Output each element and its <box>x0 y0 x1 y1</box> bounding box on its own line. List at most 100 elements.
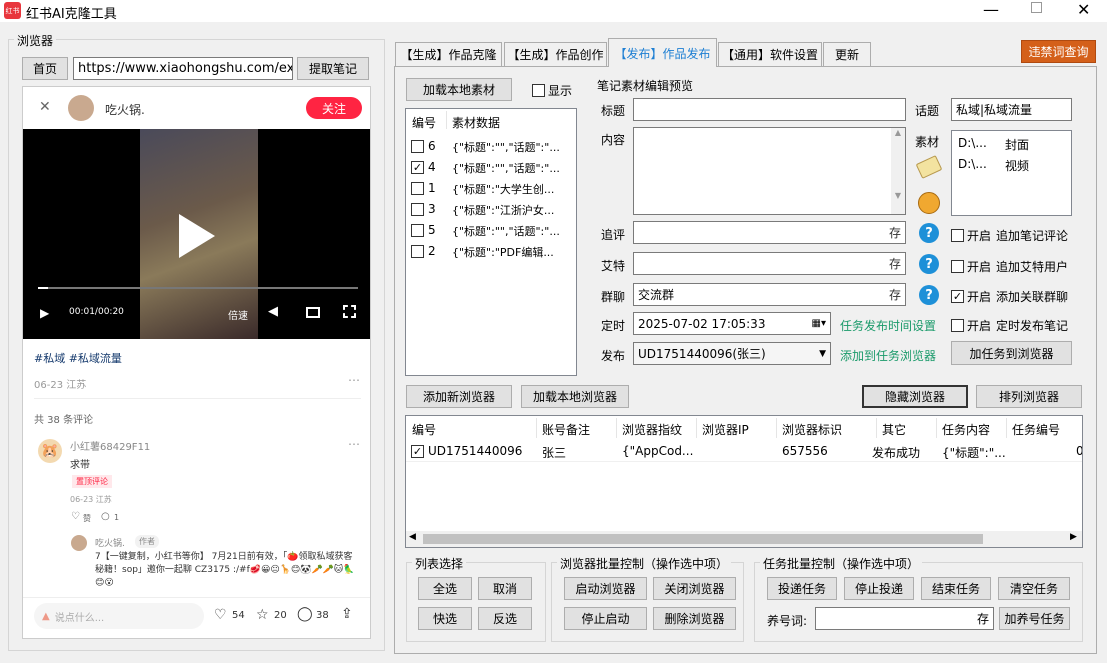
material-checkbox[interactable]: ✓ <box>411 161 424 174</box>
grid-header-cell[interactable]: 其它 <box>882 421 906 438</box>
like-icon[interactable]: ♡ <box>214 607 227 623</box>
clear-task-button[interactable]: 清空任务 <box>998 577 1070 600</box>
progress-bar[interactable] <box>38 287 358 289</box>
list-item[interactable]: 6 {"标题":"","话题":"... <box>406 137 576 157</box>
tab-settings[interactable]: 【通用】软件设置 <box>718 42 822 66</box>
grid-header-cell[interactable]: 浏览器IP <box>702 421 749 438</box>
material-checkbox[interactable] <box>411 245 424 258</box>
opt3-box[interactable]: ✓ <box>951 290 964 303</box>
close-icon[interactable]: ✕ <box>1077 0 1090 19</box>
comment-more-icon[interactable]: ⋯ <box>348 437 360 451</box>
home-button[interactable]: 首页 <box>22 57 68 80</box>
play-icon[interactable] <box>179 214 215 258</box>
extract-note-button[interactable]: 提取笔记 <box>297 57 369 80</box>
show-checkbox-box[interactable] <box>532 84 545 97</box>
play-small-icon[interactable]: ▶ <box>40 306 49 320</box>
opt4-box[interactable] <box>951 319 964 332</box>
add-task-to-browser-button[interactable]: 加任务到浏览器 <box>951 341 1072 365</box>
opt-timed-publish[interactable]: 开启 定时发布笔记 <box>951 317 1068 334</box>
list-item[interactable]: 2 {"标题":"PDF编辑... <box>406 242 576 262</box>
arrange-browser-button[interactable]: 排列浏览器 <box>976 385 1082 408</box>
stop-deliver-button[interactable]: 停止投递 <box>844 577 914 600</box>
avatar[interactable] <box>68 95 94 121</box>
grid-header-cell[interactable]: 浏览器标识 <box>782 421 842 438</box>
scroll-right-icon[interactable]: ▶ <box>1070 532 1077 542</box>
title-input[interactable] <box>633 98 906 121</box>
chevron-down-icon[interactable]: ▼ <box>819 349 826 359</box>
keyword-save-button[interactable]: 存 <box>977 610 989 627</box>
list-item[interactable]: 1 {"标题":"大学生创... <box>406 179 576 199</box>
speed-button[interactable]: 倍速 <box>228 307 248 322</box>
tab-clone[interactable]: 【生成】作品克隆 <box>395 42 502 66</box>
group-input[interactable]: 交流群 存 <box>633 283 906 306</box>
comment-reply-icon[interactable]: ○ <box>101 511 110 522</box>
material-files-list[interactable]: D:\... 封面 D:\... 视频 <box>951 130 1072 216</box>
pip-icon[interactable] <box>306 307 320 318</box>
share-icon[interactable]: ⇪ <box>341 606 353 622</box>
list-item[interactable]: 3 {"标题":"江浙沪女... <box>406 200 576 220</box>
violation-word-button[interactable]: 违禁词查询 <box>1021 40 1096 63</box>
scroll-left-icon[interactable]: ◀ <box>409 532 416 542</box>
add-new-browser-button[interactable]: 添加新浏览器 <box>406 385 512 408</box>
mascot-icon[interactable] <box>918 192 940 214</box>
at-save-button[interactable]: 存 <box>889 255 901 272</box>
timer-picker[interactable]: 2025-07-02 17:05:33 ▦▾ <box>633 312 831 335</box>
material-list[interactable]: 编号 素材数据 6 {"标题":"","话题":"... ✓ 4 {"标题":"","话… <box>405 108 577 376</box>
topic-input[interactable]: 私域|私域流量 <box>951 98 1072 121</box>
maximize-icon[interactable] <box>1031 2 1042 13</box>
comment-input-field[interactable]: 存 <box>633 221 906 244</box>
hide-browser-button[interactable]: 隐藏浏览器 <box>862 385 968 408</box>
opt1-box[interactable] <box>951 229 964 242</box>
close-note-icon[interactable]: ✕ <box>39 99 51 115</box>
end-task-button[interactable]: 结束任务 <box>921 577 991 600</box>
material-checkbox[interactable] <box>411 224 424 237</box>
volume-icon[interactable]: ◀ <box>268 304 278 319</box>
comment-save-button[interactable]: 存 <box>889 224 901 241</box>
note-tags[interactable]: #私域 #私域流量 <box>34 350 122 366</box>
follow-button[interactable]: 关注 <box>306 97 362 119</box>
tab-publish[interactable]: 【发布】作品发布 <box>608 38 717 67</box>
author-name[interactable]: 吃火锅. <box>105 101 145 118</box>
material-file-row[interactable]: D:\... 视频 <box>952 155 1071 175</box>
commenter-name[interactable]: 小红薯68429F11 <box>70 438 150 453</box>
list-item[interactable]: ✓ 4 {"标题":"","话题":"... <box>406 158 576 178</box>
publish-select[interactable]: UD1751440096(张三) ▼ <box>633 342 831 365</box>
reply-avatar[interactable] <box>71 535 87 551</box>
content-textarea[interactable]: ▲ ▼ <box>633 127 906 215</box>
grid-header-cell[interactable]: 编号 <box>412 421 436 438</box>
horizontal-scrollbar[interactable]: ◀ ▶ <box>406 531 1082 547</box>
url-input[interactable]: https://www.xiaohongshu.com/explor <box>73 57 293 80</box>
table-row[interactable]: ✓ UD1751440096 张三 {"AppCod... 657556 发布成… <box>406 440 1082 462</box>
opt-add-group[interactable]: ✓ 开启 添加关联群聊 <box>951 288 1068 305</box>
select-all-button[interactable]: 全选 <box>418 577 472 600</box>
group-save-button[interactable]: 存 <box>889 286 901 303</box>
star-icon[interactable]: ☆ <box>256 607 269 623</box>
commenter-avatar[interactable]: 🐹 <box>38 439 62 463</box>
comment-icon[interactable]: ◯ <box>297 606 313 622</box>
material-file-row[interactable]: D:\... 封面 <box>952 134 1071 154</box>
quick-select-button[interactable]: 快选 <box>418 607 472 630</box>
load-local-browser-button[interactable]: 加载本地浏览器 <box>521 385 629 408</box>
opt2-box[interactable] <box>951 260 964 273</box>
content-scrollbar[interactable]: ▲ ▼ <box>891 128 905 214</box>
invert-select-button[interactable]: 反选 <box>478 607 532 630</box>
start-browser-button[interactable]: 启动浏览器 <box>564 577 647 600</box>
calendar-icon[interactable]: ▦▾ <box>812 318 826 329</box>
row-checkbox[interactable]: ✓ <box>411 445 424 458</box>
help-at-icon[interactable]: ? <box>919 254 939 274</box>
load-material-button[interactable]: 加载本地素材 <box>406 78 512 101</box>
help-comment-icon[interactable]: ? <box>919 223 939 243</box>
opt-append-comment[interactable]: 开启 追加笔记评论 <box>951 227 1068 244</box>
help-group-icon[interactable]: ? <box>919 285 939 305</box>
stop-start-button[interactable]: 停止启动 <box>564 607 647 630</box>
timer-settings-link[interactable]: 任务发布时间设置 <box>840 317 936 334</box>
grid-header-cell[interactable]: 浏览器指纹 <box>622 421 682 438</box>
tab-update[interactable]: 更新 <box>823 42 871 66</box>
grid-header-cell[interactable]: 任务编号 <box>1012 421 1060 438</box>
browser-grid[interactable]: 编号 账号备注 浏览器指纹 浏览器IP 浏览器标识 其它 任务内容 任务编号 ✓ UD1751… <box>405 415 1083 548</box>
deliver-task-button[interactable]: 投递任务 <box>767 577 837 600</box>
fullscreen-icon[interactable] <box>343 305 356 318</box>
material-checkbox[interactable] <box>411 203 424 216</box>
scroll-thumb[interactable] <box>423 534 983 544</box>
grid-header-cell[interactable]: 任务内容 <box>942 421 990 438</box>
